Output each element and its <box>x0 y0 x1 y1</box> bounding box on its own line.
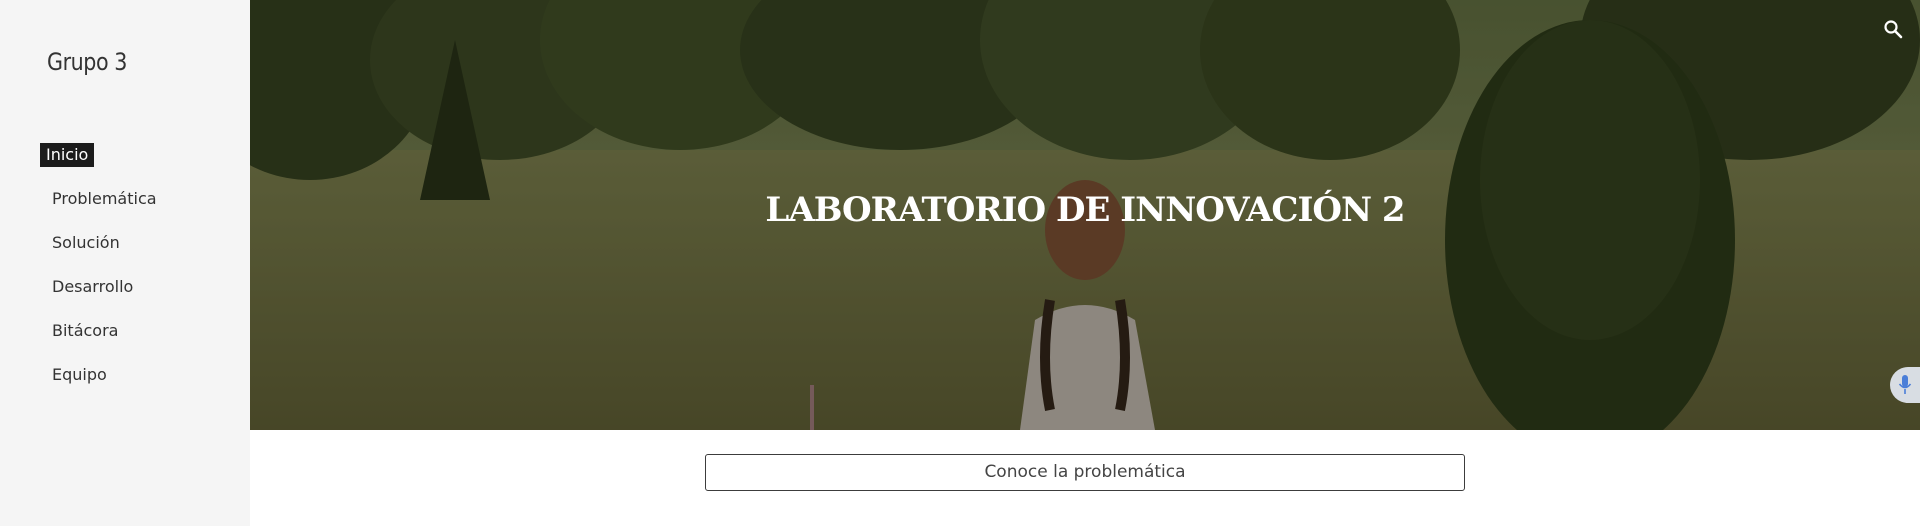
sidebar-item-label: Problemática <box>52 189 157 208</box>
sidebar-item-label: Bitácora <box>52 321 119 340</box>
sidebar-item-label: Solución <box>52 233 120 252</box>
site-title[interactable]: Grupo 3 <box>47 48 127 76</box>
problematica-button[interactable]: Conoce la problemática <box>705 454 1465 491</box>
hero-title: LABORATORIO DE INNOVACIÓN 2 <box>765 190 1405 230</box>
sidebar-item-label: Equipo <box>52 365 107 384</box>
sidebar-item-equipo[interactable]: Equipo <box>40 363 169 407</box>
sidebar-item-bitacora[interactable]: Bitácora <box>40 319 169 363</box>
cta-section: Conoce la problemática <box>250 430 1920 526</box>
search-button[interactable] <box>1878 14 1908 44</box>
hero-banner: LABORATORIO DE INNOVACIÓN 2 <box>250 0 1920 430</box>
sidebar: Grupo 3 Inicio Problemática Solución Des… <box>0 0 250 526</box>
sidebar-item-label: Inicio <box>40 143 95 167</box>
voice-input-button[interactable] <box>1890 367 1920 403</box>
sidebar-nav: Inicio Problemática Solución Desarrollo … <box>40 143 169 407</box>
sidebar-item-desarrollo[interactable]: Desarrollo <box>40 275 169 319</box>
sidebar-item-inicio[interactable]: Inicio <box>40 143 169 187</box>
sidebar-item-label: Desarrollo <box>52 277 134 296</box>
sidebar-item-problematica[interactable]: Problemática <box>40 187 169 231</box>
search-icon <box>1884 20 1903 39</box>
sidebar-item-solucion[interactable]: Solución <box>40 231 169 275</box>
microphone-icon <box>1898 375 1912 394</box>
